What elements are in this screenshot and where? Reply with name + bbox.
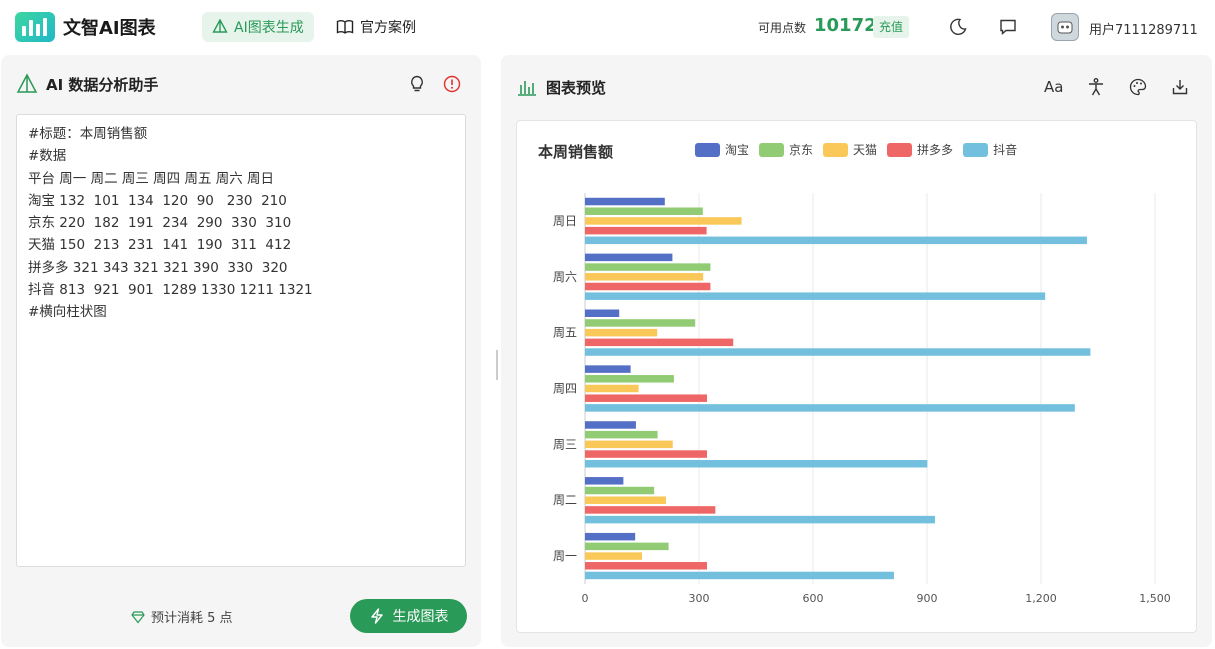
feedback-icon[interactable]	[997, 16, 1019, 38]
x-tick-label: 1,200	[1025, 592, 1057, 605]
y-tick-label: 周三	[553, 437, 577, 451]
bar[interactable]	[585, 328, 658, 337]
bar[interactable]	[585, 338, 734, 347]
pyramid-icon	[212, 19, 228, 33]
x-tick-label: 600	[803, 592, 824, 605]
bar[interactable]	[585, 226, 707, 235]
bar[interactable]	[585, 384, 639, 393]
bar[interactable]	[585, 253, 673, 262]
chart-card: 本周销售额 淘宝 京东 天猫 拼多多 抖音 0 300 600 900 1,200 1,500 周一…	[516, 120, 1197, 633]
bar[interactable]	[585, 532, 636, 541]
tab-label: AI图表生成	[234, 20, 304, 36]
y-tick-label: 周一	[553, 549, 577, 563]
bar[interactable]	[585, 197, 665, 206]
recharge-button[interactable]: 充值	[873, 16, 910, 38]
bar[interactable]	[585, 309, 620, 317]
avatar[interactable]	[1051, 13, 1079, 41]
ai-assistant-panel: AI 数据分析助手 #标题：本周销售额 #数据 平台 周一 周二 周三 周四 周…	[1, 55, 481, 647]
y-tick-label: 周二	[553, 493, 577, 507]
bar[interactable]	[585, 348, 1091, 356]
points-label: 可用点数	[758, 21, 807, 35]
y-tick-label: 周四	[553, 382, 577, 396]
app-logo-icon	[15, 12, 55, 42]
bar[interactable]	[585, 375, 674, 383]
y-tick-label: 周日	[553, 214, 577, 228]
palette-icon[interactable]	[1128, 77, 1148, 97]
data-input-textarea[interactable]: #标题：本周销售额 #数据 平台 周一 周二 周三 周四 周五 周六 周日 淘宝…	[16, 114, 466, 567]
bar[interactable]	[585, 207, 703, 215]
bar[interactable]	[585, 486, 655, 495]
bar[interactable]	[585, 496, 666, 504]
pyramid-icon	[16, 73, 38, 93]
bar[interactable]	[585, 515, 935, 524]
x-tick-label: 0	[582, 592, 589, 605]
bar[interactable]	[585, 273, 704, 281]
diamond-icon	[131, 610, 145, 623]
bar[interactable]	[585, 477, 624, 485]
top-bar: 文智AI图表 AI图表生成 官方案例 可用点数 10172 充值 用户71112…	[0, 0, 1215, 54]
tab-official-cases[interactable]: 官方案例	[326, 12, 426, 42]
bar[interactable]	[585, 217, 742, 225]
panel-title: AI 数据分析助手	[46, 76, 159, 94]
bar[interactable]	[585, 562, 707, 570]
app-title: 文智AI图表	[63, 18, 156, 39]
tab-label: 官方案例	[360, 20, 416, 36]
bar[interactable]	[585, 506, 716, 514]
x-tick-label: 900	[917, 592, 938, 605]
y-tick-label: 周五	[553, 326, 577, 340]
resize-handle[interactable]	[496, 350, 498, 380]
username[interactable]: 用户7111289711	[1089, 19, 1198, 38]
download-icon[interactable]	[1170, 77, 1190, 97]
bar[interactable]	[585, 404, 1075, 412]
points-value: 10172	[814, 15, 877, 36]
bar[interactable]	[585, 421, 636, 429]
panel-title: 图表预览	[546, 79, 607, 97]
tab-ai-chart[interactable]: AI图表生成	[202, 12, 314, 42]
font-icon[interactable]: Aa	[1044, 78, 1063, 96]
x-tick-label: 300	[689, 592, 710, 605]
lightbulb-icon[interactable]	[407, 74, 427, 94]
lightning-icon	[370, 608, 383, 624]
chart-preview-panel: 图表预览 Aa 本周销售额 淘宝 京东 天猫 拼多多 抖音 0 300 600 900 1,20…	[501, 55, 1212, 647]
bar[interactable]	[585, 263, 711, 271]
bar[interactable]	[585, 394, 707, 402]
bar[interactable]	[585, 319, 696, 327]
generate-label: 生成图表	[392, 609, 449, 625]
bar[interactable]	[585, 282, 711, 291]
bar-chart-icon	[518, 81, 536, 96]
x-tick-label: 1,500	[1139, 592, 1171, 605]
bar[interactable]	[585, 430, 658, 439]
y-tick-label: 周六	[553, 270, 577, 284]
bar[interactable]	[585, 450, 707, 458]
bar[interactable]	[585, 571, 894, 580]
bar[interactable]	[585, 542, 669, 551]
alert-icon[interactable]	[442, 74, 462, 94]
bar[interactable]	[585, 236, 1087, 245]
bar[interactable]	[585, 292, 1046, 300]
accessibility-icon[interactable]	[1086, 77, 1106, 97]
bar[interactable]	[585, 365, 631, 373]
bar-chart: 0 300 600 900 1,200 1,500 周一 周二 周三 周四 周五 周六 周日	[553, 193, 1171, 605]
generate-chart-button[interactable]: 生成图表	[350, 599, 467, 633]
bar[interactable]	[585, 460, 928, 468]
cost-label: 预计消耗 5 点	[151, 611, 233, 626]
bar[interactable]	[585, 552, 642, 560]
book-icon	[336, 20, 354, 34]
dark-mode-icon[interactable]	[947, 16, 969, 38]
cost-estimate: 预计消耗 5 点	[131, 607, 233, 626]
bar[interactable]	[585, 440, 673, 449]
